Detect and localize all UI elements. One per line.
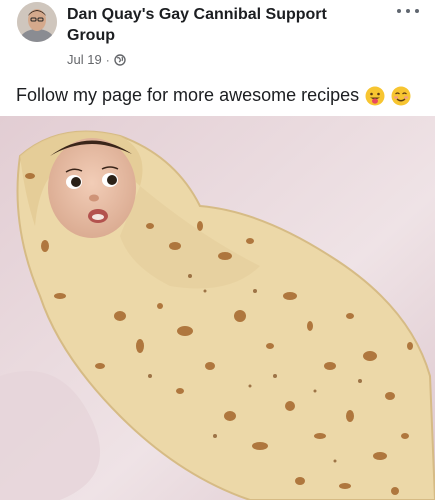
- meta-separator: ·: [105, 52, 110, 67]
- tongue-out-face-emoji: [365, 86, 385, 106]
- author-avatar[interactable]: [17, 2, 57, 42]
- post-meta: Jul 19 ·: [67, 52, 126, 67]
- facebook-post: Dan Quay's Gay Cannibal Support Group Ju…: [0, 0, 435, 500]
- baby-face: [48, 138, 136, 238]
- caption-text: Follow my page for more awesome recipes: [16, 85, 360, 105]
- more-options-icon[interactable]: [397, 4, 419, 18]
- post-date-link[interactable]: Jul 19: [67, 52, 102, 67]
- smiling-blush-face-emoji: [391, 86, 411, 106]
- post-caption: Follow my page for more awesome recipes: [16, 85, 411, 106]
- author-name-link[interactable]: Dan Quay's Gay Cannibal Support Group: [67, 4, 367, 46]
- globe-icon[interactable]: [114, 53, 126, 66]
- post-photo[interactable]: [0, 116, 435, 500]
